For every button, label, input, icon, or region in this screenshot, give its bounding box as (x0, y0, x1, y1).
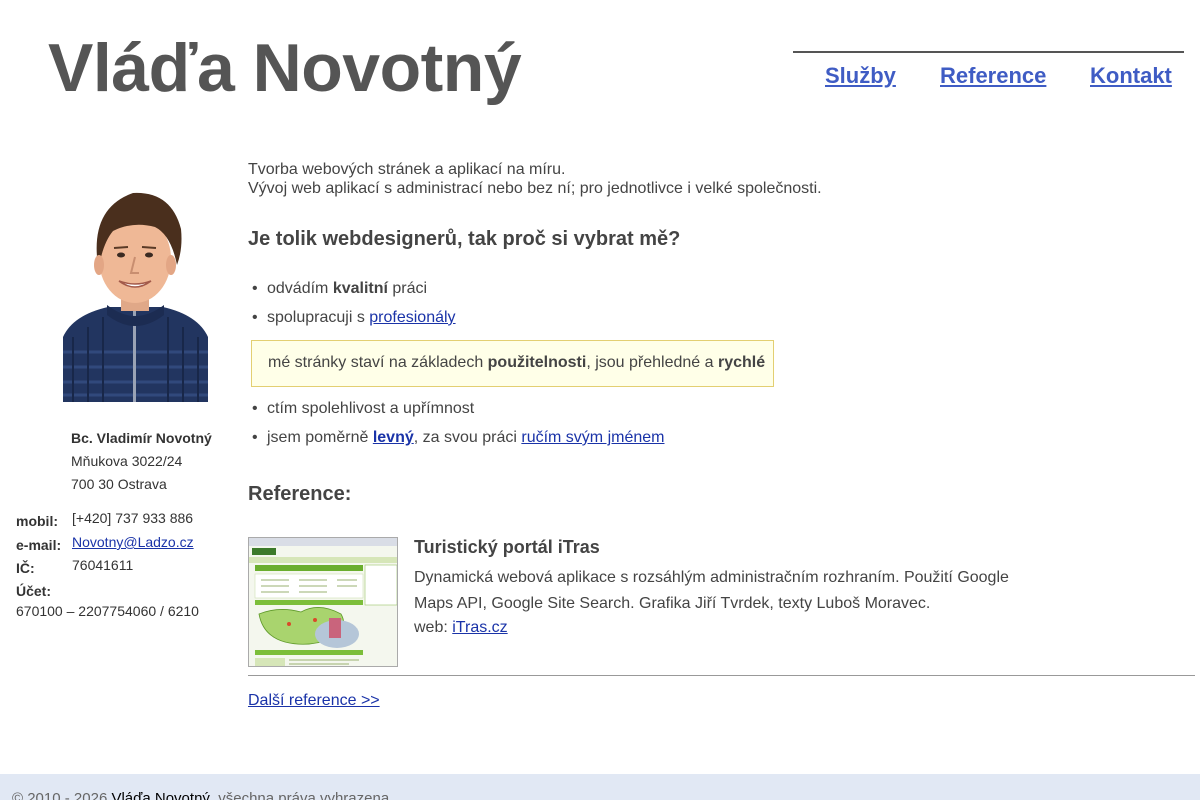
list-item: odvádím kvalitní práci (252, 279, 428, 299)
nav-link-reference[interactable]: Reference (940, 63, 1046, 89)
reference-web: web: iTras.cz (414, 617, 508, 639)
email-link[interactable]: Novotny@Ladzo.cz (72, 534, 194, 550)
highlight-text: , jsou přehledné a (586, 354, 718, 371)
list-item: ctím spolehlivost a upřímnost (252, 399, 474, 419)
reference-thumbnail[interactable] (248, 537, 398, 667)
list-item-text: práci (387, 280, 428, 297)
reference-title: Turistický portál iTras (414, 537, 600, 557)
reference-web-label: web: (414, 619, 453, 636)
divider (248, 675, 1195, 676)
highlight-box: mé stránky staví na základech použitelno… (251, 340, 774, 387)
footer-home-link[interactable]: Vláďa Novotný (111, 790, 209, 800)
rucim-link[interactable]: ručím svým jménem (521, 429, 664, 446)
mobile-number: [+420] 737 933 886 (72, 510, 194, 526)
email-label: e-mail: (16, 537, 62, 553)
list-item-text: jsem poměrně (267, 429, 373, 446)
account-label: Účet: (16, 583, 52, 599)
account-number: 670100 – 2207754060 / 6210 (16, 603, 199, 619)
ic-label: IČ: (16, 560, 35, 576)
site-title: Vláďa Novotný (48, 30, 522, 106)
portrait-photo (63, 187, 208, 402)
nav-link-sluzby[interactable]: Služby (825, 63, 896, 89)
footer-rights: , všechna práva vyhrazena (209, 790, 390, 800)
highlight-bold: použitelnosti (487, 354, 587, 371)
nav-link-kontakt[interactable]: Kontakt (1090, 63, 1172, 89)
itras-link[interactable]: iTras.cz (452, 619, 507, 636)
list-item: jsem poměrně levný, za svou práci ručím … (252, 428, 665, 448)
why-heading: Je tolik webdesignerů, tak proč si vybra… (248, 228, 681, 250)
mobile-label: mobil: (16, 513, 58, 529)
footer: © 2010 - 2026 Vláďa Novotný, všechna prá… (0, 774, 1200, 800)
footer-copyright: © 2010 - 2026 (12, 790, 112, 800)
list-item: spolupracuji s profesionály (252, 308, 456, 328)
reference-description: Dynamická webová aplikace s rozsáhlým ad… (414, 569, 1009, 612)
contact-city: 700 30 Ostrava (71, 476, 167, 492)
list-item-text: odvádím (267, 280, 333, 297)
ic-value: 76041611 (72, 557, 134, 573)
contact-street: Mňukova 3022/24 (71, 453, 183, 469)
list-item-text: , za svou práci (413, 429, 522, 446)
more-references-link[interactable]: Další reference >> (248, 691, 380, 711)
levny-link[interactable]: levný (373, 429, 414, 446)
list-item-text: spolupracuji s (267, 309, 370, 326)
references-heading: Reference: (248, 483, 352, 505)
profesionaly-link[interactable]: profesionály (369, 309, 455, 326)
highlight-bold: rychlé (717, 354, 766, 371)
intro-line-2: Vývoj web aplikací s administrací nebo b… (248, 180, 822, 197)
top-navigation: Služby Reference Kontakt (793, 51, 1184, 101)
intro-text: Tvorba webových stránek a aplikací na mí… (248, 160, 822, 198)
contact-name: Bc. Vladimír Novotný (71, 430, 212, 446)
highlight-text: mé stránky staví na základech (268, 354, 488, 371)
list-item-bold: kvalitní (332, 280, 388, 297)
intro-line-1: Tvorba webových stránek a aplikací na mí… (248, 161, 566, 178)
